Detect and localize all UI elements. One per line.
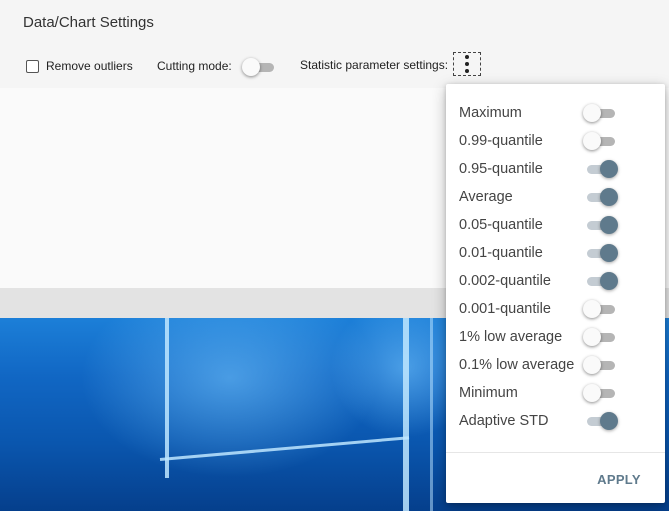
menu-item-toggle[interactable]: [583, 356, 615, 374]
menu-item-label: 0.01-quantile: [459, 245, 543, 261]
menu-item-toggle[interactable]: [583, 412, 618, 430]
window-title: Data/Chart Settings: [23, 14, 154, 31]
menu-item[interactable]: 0.002-quantile: [446, 267, 665, 295]
apply-button[interactable]: APPLY: [594, 469, 644, 491]
toggle-thumb: [583, 132, 601, 150]
toggle-thumb: [242, 58, 260, 76]
toggle-thumb: [583, 328, 601, 346]
menu-item-label: Adaptive STD: [459, 413, 549, 429]
menu-item-toggle[interactable]: [583, 244, 618, 262]
menu-item-label: Minimum: [459, 385, 518, 401]
toggle-thumb: [600, 188, 618, 206]
menu-item[interactable]: 0.95-quantile: [446, 155, 665, 183]
statistic-parameters-menu: Maximum 0.99-quantile 0.95-quantile Average…: [446, 84, 665, 503]
more-vert-icon: [465, 55, 469, 59]
toggle-thumb: [583, 104, 601, 122]
more-vert-icon: [465, 62, 469, 66]
remove-outliers-checkbox[interactable]: [26, 59, 39, 73]
menu-item[interactable]: Adaptive STD: [446, 407, 665, 435]
menu-item[interactable]: Average: [446, 183, 665, 211]
more-vert-icon: [465, 69, 469, 73]
toggle-thumb: [600, 160, 618, 178]
remove-outliers-option[interactable]: Remove outliers: [26, 59, 133, 73]
menu-item-label: Maximum: [459, 105, 522, 121]
menu-item[interactable]: 0.001-quantile: [446, 295, 665, 323]
toggle-thumb: [600, 244, 618, 262]
menu-item[interactable]: Maximum: [446, 99, 665, 127]
menu-item[interactable]: 0.01-quantile: [446, 239, 665, 267]
menu-item-label: 0.002-quantile: [459, 273, 551, 289]
menu-item-label: Average: [459, 189, 513, 205]
menu-item[interactable]: 1% low average: [446, 323, 665, 351]
menu-item-toggle[interactable]: [583, 328, 615, 346]
menu-item-toggle[interactable]: [583, 272, 618, 290]
toggle-thumb: [600, 216, 618, 234]
menu-item-toggle[interactable]: [583, 104, 615, 122]
menu-item-label: 1% low average: [459, 329, 563, 345]
cutting-mode-toggle[interactable]: [242, 58, 274, 76]
menu-item-label: 0.05-quantile: [459, 217, 543, 233]
menu-item[interactable]: 0.1% low average: [446, 351, 665, 379]
menu-divider: [446, 452, 665, 453]
menu-item-label: 0.99-quantile: [459, 133, 543, 149]
menu-item-toggle[interactable]: [583, 300, 615, 318]
toggle-thumb: [600, 412, 618, 430]
menu-item-toggle[interactable]: [583, 384, 615, 402]
menu-item[interactable]: 0.05-quantile: [446, 211, 665, 239]
menu-item-toggle[interactable]: [583, 216, 618, 234]
menu-item-toggle[interactable]: [583, 160, 618, 178]
cutting-mode-label: Cutting mode:: [157, 59, 232, 73]
toggle-thumb: [583, 300, 601, 318]
wallpaper-beam: [430, 318, 433, 511]
remove-outliers-label: Remove outliers: [46, 59, 133, 73]
wallpaper-beam: [165, 318, 169, 478]
menu-item[interactable]: Minimum: [446, 379, 665, 407]
menu-item[interactable]: 0.99-quantile: [446, 127, 665, 155]
toggle-thumb: [583, 356, 601, 374]
wallpaper-beam: [403, 318, 409, 511]
menu-item-toggle[interactable]: [583, 132, 615, 150]
menu-item-toggle[interactable]: [583, 188, 618, 206]
menu-item-label: 0.95-quantile: [459, 161, 543, 177]
toggle-thumb: [583, 384, 601, 402]
toggle-thumb: [600, 272, 618, 290]
statistic-settings-label: Statistic parameter settings:: [300, 58, 449, 72]
menu-item-label: 0.001-quantile: [459, 301, 551, 317]
settings-toolbar: Remove outliers Cutting mode: Statistic …: [0, 52, 669, 82]
menu-item-label: 0.1% low average: [459, 357, 575, 373]
statistic-settings-menu-button[interactable]: [453, 52, 481, 76]
